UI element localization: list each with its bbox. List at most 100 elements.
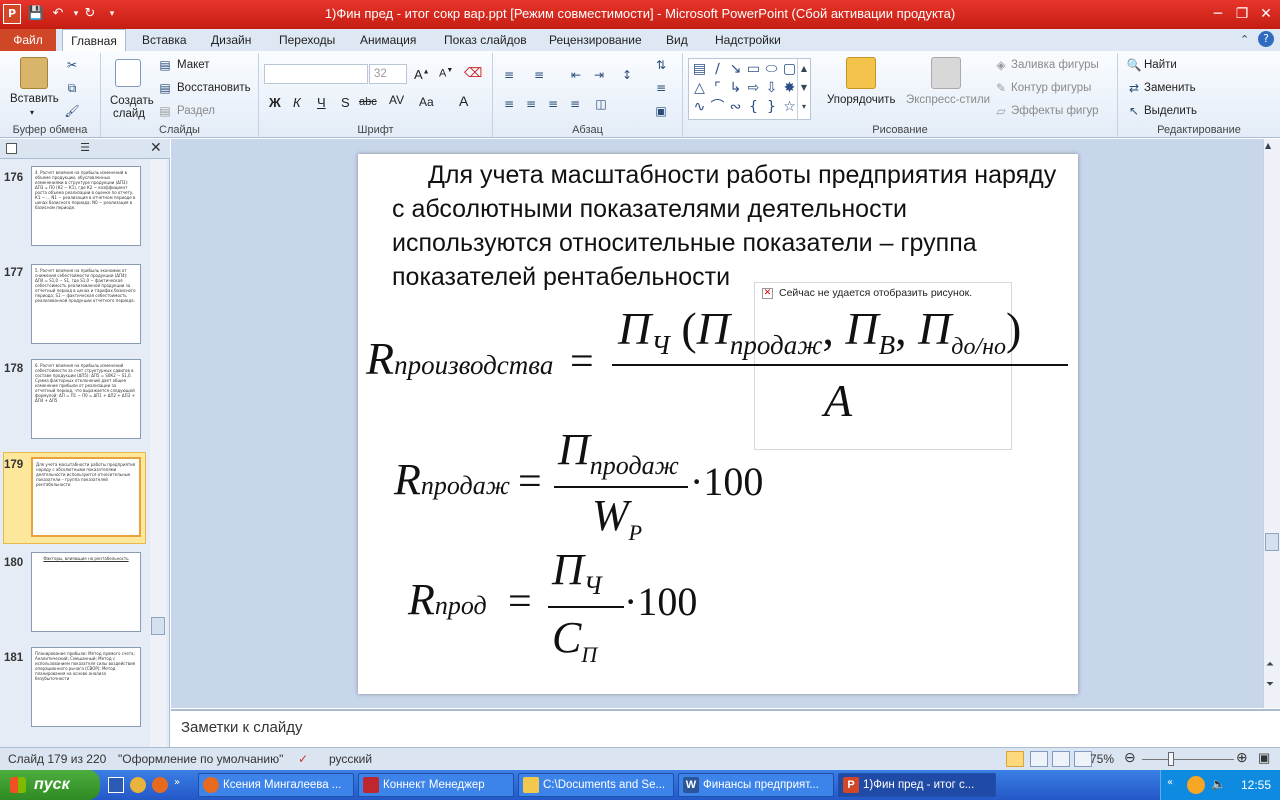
change-case-icon[interactable]: Aa (419, 95, 434, 109)
clear-format-icon[interactable]: ⌫ (464, 65, 482, 81)
slide-thumbnail[interactable]: Планирование прибыли: Метод прямого счет… (31, 647, 141, 727)
arrow-shape-icon[interactable]: ↘ (727, 61, 744, 78)
char-spacing-icon[interactable]: AV (389, 93, 404, 107)
paste-icon[interactable] (20, 57, 48, 89)
theme-name[interactable]: "Оформление по умолчанию" (118, 752, 283, 766)
tray-app-icon[interactable] (1187, 776, 1205, 794)
tab-home[interactable]: Главная (62, 29, 126, 52)
spellcheck-icon[interactable]: ✓ (298, 752, 308, 766)
taskbar-button-word[interactable]: W Финансы предприят... (678, 773, 834, 797)
align-right-icon[interactable]: ≡ (545, 96, 561, 112)
slide-thumbnail[interactable]: 6. Расчет влияния на прибыль изменений с… (31, 359, 141, 439)
reset-button[interactable]: Восстановить (177, 82, 251, 94)
reading-view-icon[interactable] (1052, 751, 1070, 767)
previous-slide-icon[interactable]: ⏶ (1266, 659, 1274, 670)
layout-icon[interactable]: ▤ (157, 57, 173, 73)
taskbar-button-connect[interactable]: Коннект Менеджер (358, 773, 514, 797)
copy-icon[interactable]: ⧉ (64, 80, 80, 96)
oval-shape-icon[interactable]: ⬭ (763, 61, 780, 78)
slides-pane-scroll-thumb[interactable] (151, 617, 165, 635)
columns-icon[interactable]: ◫ (593, 96, 609, 112)
quicklaunch-media-icon[interactable] (130, 777, 146, 793)
tab-design[interactable]: Дизайн (207, 29, 255, 51)
tray-expand-icon[interactable]: « (1167, 777, 1181, 791)
rectangle-shape-icon[interactable]: ▭ (745, 61, 762, 78)
tray-volume-icon[interactable]: 🔈 (1211, 777, 1227, 793)
tab-insert[interactable]: Вставка (138, 29, 191, 51)
section-icon[interactable]: ▤ (157, 103, 173, 119)
main-vertical-scrollbar[interactable]: ▲ ⏶ ⏷ (1263, 139, 1280, 708)
line-spacing-icon[interactable]: ↕ (619, 67, 635, 83)
restore-button[interactable]: ❐ (1230, 4, 1254, 24)
shape-outline-button[interactable]: Контур фигуры (1011, 82, 1091, 94)
minimize-ribbon-icon[interactable]: ⌃ (1240, 33, 1249, 46)
zoom-in-icon[interactable]: ⊕ (1236, 749, 1248, 766)
slide-body-text[interactable]: Для учета масштабности работы предприяти… (392, 158, 1062, 294)
replace-icon[interactable]: ⇄ (1126, 80, 1142, 96)
arc-shape-icon[interactable]: ⌒ (709, 99, 726, 116)
right-arrow-shape-icon[interactable]: ⇨ (745, 80, 762, 97)
start-button[interactable]: пуск (0, 770, 100, 800)
quick-styles-icon[interactable] (931, 57, 961, 89)
scroll-up-icon[interactable]: ▲ (1265, 141, 1271, 150)
tab-review[interactable]: Рецензирование (545, 29, 646, 51)
fit-to-window-icon[interactable]: ▣ (1258, 750, 1270, 766)
tab-view[interactable]: Вид (662, 29, 692, 51)
language-indicator[interactable]: русский (329, 752, 372, 766)
paste-button[interactable]: Вставить (10, 93, 59, 105)
shape-outline-icon[interactable]: ✎ (993, 80, 1009, 96)
elbow-shape-icon[interactable]: ↳ (727, 80, 744, 97)
rounded-rect-shape-icon[interactable]: ▢ (781, 61, 798, 78)
quick-styles-button[interactable]: Экспресс-стили (906, 94, 990, 106)
strikethrough-button[interactable]: abc (359, 96, 377, 108)
justify-icon[interactable]: ≡ (567, 96, 583, 112)
slide-thumbnail[interactable]: 5. Расчет влияния на прибыль экономии от… (31, 264, 141, 344)
reset-icon[interactable]: ▤ (157, 80, 173, 96)
curve-shape-icon[interactable]: ∿ (691, 99, 708, 116)
connector-shape-icon[interactable]: ⌜ (709, 80, 726, 97)
paste-dropdown-icon[interactable]: ▾ (30, 108, 34, 117)
format-painter-icon[interactable]: 🖌 (64, 103, 80, 119)
select-icon[interactable]: ↖ (1126, 103, 1142, 119)
slide-thumbnail[interactable]: Факторы, влияющие на рентабельность (31, 552, 141, 632)
shape-effects-button[interactable]: Эффекты фигур (1011, 105, 1099, 117)
font-size-field[interactable]: 32 (369, 64, 407, 84)
tab-addins[interactable]: Надстройки (711, 29, 785, 51)
find-icon[interactable]: 🔍 (1126, 57, 1142, 73)
grow-font-icon[interactable]: A▲ (414, 67, 430, 82)
slides-pane-scrollbar[interactable] (150, 159, 166, 747)
new-slide-icon[interactable] (115, 59, 141, 87)
close-pane-icon[interactable]: ✕ (150, 140, 162, 156)
italic-button[interactable]: К (293, 95, 301, 110)
smartart-icon[interactable]: ▣ (653, 103, 669, 119)
new-slide-label-1[interactable]: Создать (110, 95, 154, 107)
next-slide-icon[interactable]: ⏷ (1266, 679, 1274, 690)
slide-thumbnail[interactable]: 4. Расчет влияния на прибыль изменений в… (31, 166, 141, 246)
numbering-icon[interactable]: ≡ (531, 67, 547, 83)
text-direction-icon[interactable]: ⇅ (653, 57, 669, 73)
main-scroll-thumb[interactable] (1265, 533, 1279, 551)
notes-placeholder[interactable]: Заметки к слайду (181, 719, 303, 736)
textbox-shape-icon[interactable]: ▤ (691, 61, 708, 78)
taskbar-button-firefox[interactable]: Ксения Мингалеева ... (198, 773, 354, 797)
zoom-level[interactable]: 75% (1090, 752, 1114, 766)
underline-button[interactable]: Ч (317, 95, 326, 110)
shrink-font-icon[interactable]: A▼ (439, 67, 453, 80)
arrange-button[interactable]: Упорядочить (827, 94, 895, 106)
wave-shape-icon[interactable]: ∾ (727, 99, 744, 116)
align-left-icon[interactable]: ≡ (501, 96, 517, 112)
slide-thumbnail-selected[interactable]: Для учета масштабности работы предприяти… (31, 457, 141, 537)
align-center-icon[interactable]: ≡ (523, 96, 539, 112)
help-icon[interactable]: ? (1258, 31, 1274, 47)
select-button[interactable]: Выделить (1144, 105, 1197, 117)
slide-sorter-icon[interactable] (1030, 751, 1048, 767)
triangle-shape-icon[interactable]: △ (691, 80, 708, 97)
section-button[interactable]: Раздел (177, 105, 215, 117)
layout-button[interactable]: Макет (177, 59, 210, 71)
normal-view-icon[interactable] (1006, 751, 1024, 767)
font-color-icon[interactable]: A (459, 93, 468, 109)
slides-tab-icon[interactable] (6, 143, 17, 154)
notes-pane[interactable]: Заметки к слайду (171, 709, 1280, 747)
zoom-slider-thumb[interactable] (1168, 752, 1174, 766)
close-button[interactable]: ✕ (1254, 4, 1278, 24)
